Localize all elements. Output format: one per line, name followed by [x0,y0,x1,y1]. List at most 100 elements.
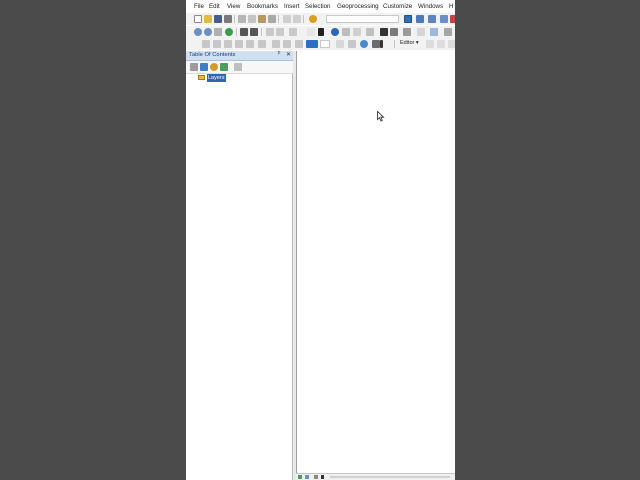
menu-bar: File Edit View Bookmarks Insert Selectio… [186,0,455,13]
drawing-options-icon[interactable] [380,40,383,48]
list-by-source-icon[interactable] [200,63,208,71]
toolbar-separator [236,28,237,36]
focus-data-frame-icon[interactable] [283,40,291,48]
fixed-zoom-in-icon[interactable] [240,28,248,36]
toc-title-bar: Table Of Contents ᵖ ✕ [186,51,293,61]
layout-editor-toolbar: Editor ▾ [186,38,455,50]
select-by-graphics-icon[interactable] [289,28,297,36]
draft-mode-icon[interactable] [336,40,344,48]
layout-status-bar [296,473,455,480]
fixed-zoom-out-icon[interactable] [250,28,258,36]
drawing-tool-icon[interactable] [372,40,380,48]
toolbar-separator [278,15,279,23]
open-icon[interactable] [204,15,212,23]
save-icon[interactable] [214,15,222,23]
html-popup-icon[interactable] [353,28,361,36]
toolbar-separator [234,15,235,23]
zoom-in-icon[interactable] [194,28,202,36]
edit-tool-icon[interactable] [426,40,434,48]
zoom-percentage-control[interactable] [306,40,318,48]
editor-menu-button[interactable]: Editor ▾ [400,40,419,46]
table-of-contents-pane: Table Of Contents ᵖ ✕ Layers [186,51,293,480]
map-scale-dropdown[interactable] [326,15,399,23]
undo-icon[interactable] [283,15,291,23]
create-viewer-icon[interactable] [430,28,438,36]
pin-icon[interactable]: ᵖ [278,51,280,57]
map-display[interactable] [296,51,455,474]
menu-insert[interactable]: Insert [284,3,299,10]
menu-windows[interactable]: Windows [418,3,443,10]
go-to-xy-icon[interactable] [403,28,411,36]
refresh-icon[interactable] [314,475,318,479]
cut-icon[interactable] [238,15,246,23]
swipe-icon[interactable] [444,28,452,36]
back-extent-icon[interactable] [266,28,274,36]
layout-zoom-in-icon[interactable] [202,40,210,48]
catalog-icon[interactable] [428,15,436,23]
toc-options-icon[interactable] [234,63,242,71]
pan-icon[interactable] [214,28,222,36]
list-by-selection-icon[interactable] [220,63,228,71]
close-icon[interactable]: ✕ [286,51,291,58]
layers-label[interactable]: Layers [207,74,226,82]
layout-zoom-out-icon[interactable] [213,40,221,48]
forward-extent-icon[interactable] [276,28,284,36]
find-icon[interactable] [380,28,388,36]
menu-edit[interactable]: Edit [209,3,220,10]
hyperlink-icon[interactable] [342,28,350,36]
add-data-icon[interactable] [309,15,317,23]
new-document-icon[interactable] [194,15,202,23]
list-by-drawing-order-icon[interactable] [190,63,198,71]
full-extent-icon[interactable] [225,28,233,36]
edit-annotation-icon[interactable] [437,40,445,48]
time-slider-icon[interactable] [417,28,425,36]
fixed-layout-zoom-icon[interactable] [258,40,266,48]
menu-bookmarks[interactable]: Bookmarks [247,3,278,10]
arcmap-window: File Edit View Bookmarks Insert Selectio… [186,0,455,480]
arctoolbox-icon[interactable] [450,15,455,23]
identify-icon[interactable] [331,28,339,36]
zoom-out-icon[interactable] [204,28,212,36]
list-by-visibility-icon[interactable] [210,63,218,71]
layout-pan-icon[interactable] [224,40,232,48]
select-elements-icon[interactable] [318,28,324,36]
search-window-icon[interactable] [440,15,448,23]
pause-drawing-icon[interactable] [321,475,324,479]
redo-icon[interactable] [293,15,301,23]
standard-toolbar [186,13,455,25]
toolbar-separator [261,28,262,36]
zoom-whole-page-icon[interactable] [235,40,243,48]
zoom-percentage-dropdown[interactable] [320,40,330,48]
left-backdrop [0,0,186,480]
tools-toolbar [186,26,455,38]
print-icon[interactable] [224,15,232,23]
table-of-contents-icon[interactable] [416,15,424,23]
horizontal-scrollbar[interactable] [330,476,450,478]
straight-segment-icon[interactable] [448,40,455,48]
data-view-icon[interactable] [298,475,302,479]
clear-selection-icon[interactable] [307,28,315,36]
menu-customize[interactable]: Customize [383,3,412,10]
data-frame-icon [198,75,205,80]
toggle-layout-icon[interactable] [348,40,356,48]
find-route-icon[interactable] [390,28,398,36]
menu-view[interactable]: View [227,3,240,10]
toolbar-separator [394,40,395,48]
toggle-draft-icon[interactable] [272,40,280,48]
menu-selection[interactable]: Selection [305,3,330,10]
toc-title: Table Of Contents [189,52,236,58]
menu-file[interactable]: File [194,3,204,10]
measure-icon[interactable] [366,28,374,36]
mouse-pointer-icon [377,111,385,122]
delete-icon[interactable] [268,15,276,23]
toolbar-separator [303,15,304,23]
layout-view-icon[interactable] [305,475,309,479]
editor-toolbar-icon[interactable] [404,15,412,23]
georeference-icon[interactable] [360,40,368,48]
zoom-100-icon[interactable] [246,40,254,48]
change-layout-icon[interactable] [295,40,303,48]
menu-help[interactable]: H [449,3,453,10]
paste-icon[interactable] [258,15,266,23]
copy-icon[interactable] [248,15,256,23]
menu-geoprocessing[interactable]: Geoprocessing [337,3,379,10]
